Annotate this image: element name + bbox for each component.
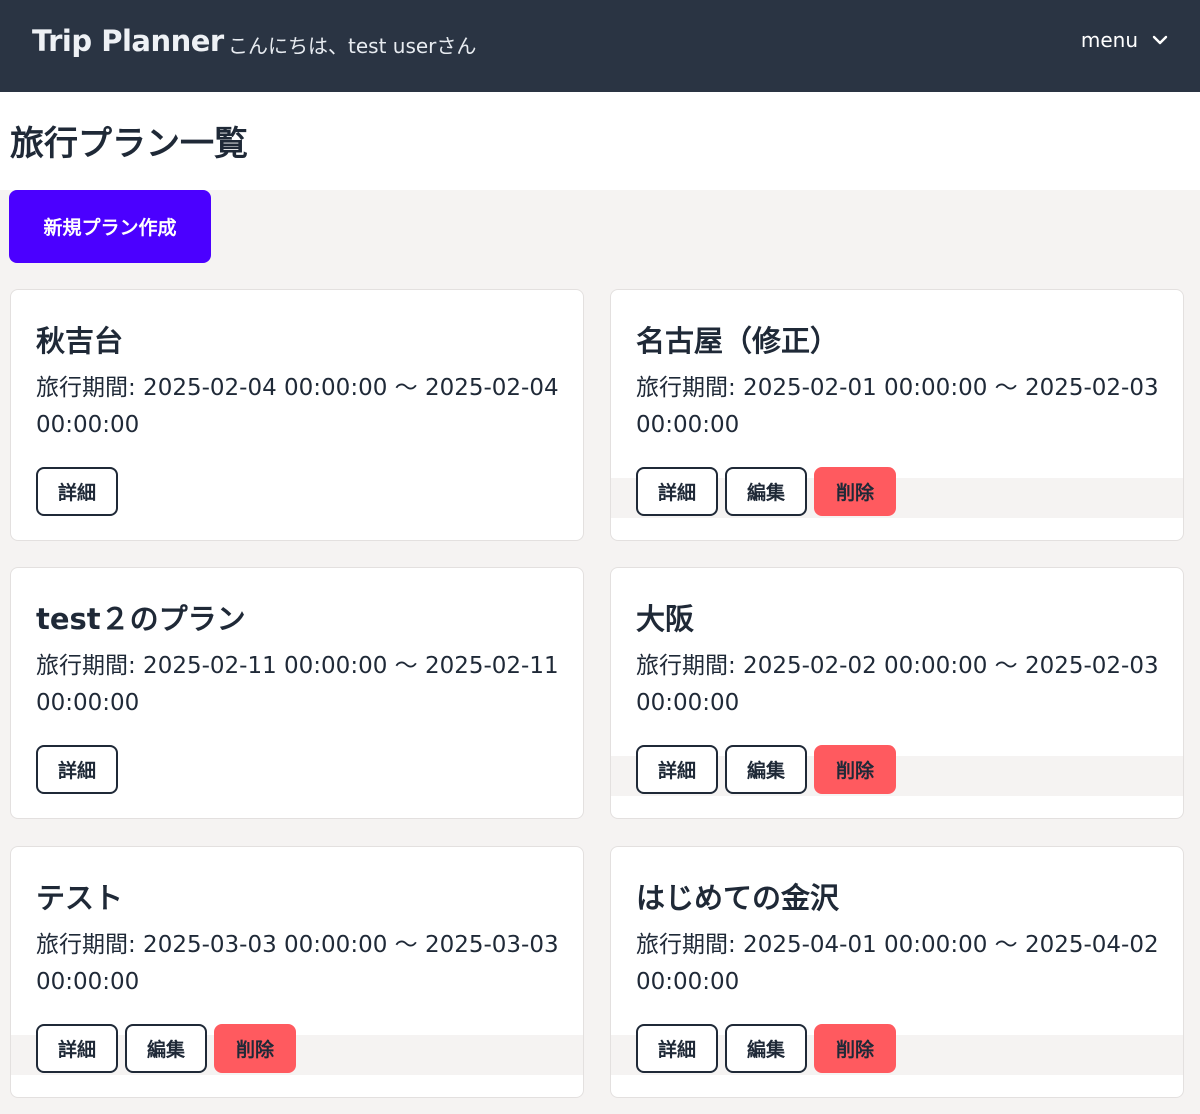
- detail-button[interactable]: 詳細: [36, 745, 118, 794]
- delete-button[interactable]: 削除: [214, 1024, 296, 1073]
- plan-period: 旅行期間: 2025-02-01 00:00:00 〜 2025-02-03 0…: [636, 375, 1159, 438]
- detail-button[interactable]: 詳細: [636, 1024, 718, 1073]
- plan-period: 旅行期間: 2025-02-04 00:00:00 〜 2025-02-04 0…: [36, 375, 559, 438]
- plan-title: はじめての金沢: [636, 881, 840, 915]
- plan-card: はじめての金沢 旅行期間: 2025-04-01 00:00:00 〜 2025…: [610, 846, 1184, 1098]
- edit-button[interactable]: 編集: [725, 467, 807, 516]
- plan-title: 大阪: [636, 602, 695, 636]
- user-greeting: こんにちは、test userさん: [228, 34, 477, 58]
- plan-card: テスト 旅行期間: 2025-03-03 00:00:00 〜 2025-03-…: [10, 846, 584, 1098]
- detail-button[interactable]: 詳細: [36, 467, 118, 516]
- plan-card: 大阪 旅行期間: 2025-02-02 00:00:00 〜 2025-02-0…: [610, 567, 1184, 819]
- plan-period: 旅行期間: 2025-03-03 00:00:00 〜 2025-03-03 0…: [36, 932, 559, 995]
- chevron-down-icon: [1152, 35, 1168, 45]
- plan-title: test２のプラン: [36, 602, 246, 636]
- detail-button[interactable]: 詳細: [36, 1024, 118, 1073]
- app-header: Trip Planner こんにちは、test userさん menu: [0, 0, 1200, 92]
- plan-actions: 詳細 編集 削除: [636, 745, 896, 794]
- plan-title: テスト: [36, 881, 124, 915]
- detail-button[interactable]: 詳細: [636, 467, 718, 516]
- plan-title: 名古屋（修正）: [636, 324, 840, 358]
- new-plan-button[interactable]: 新規プラン作成: [9, 190, 211, 263]
- plan-title: 秋吉台: [36, 324, 124, 358]
- title-bar: 旅行プラン一覧: [0, 92, 1200, 190]
- plan-card: test２のプラン 旅行期間: 2025-02-11 00:00:00 〜 20…: [10, 567, 584, 819]
- menu-toggle[interactable]: menu: [1081, 28, 1168, 52]
- plan-period: 旅行期間: 2025-04-01 00:00:00 〜 2025-04-02 0…: [636, 932, 1159, 995]
- plan-actions: 詳細: [36, 745, 118, 794]
- menu-label: menu: [1080, 28, 1138, 52]
- delete-button[interactable]: 削除: [814, 745, 896, 794]
- edit-button[interactable]: 編集: [725, 745, 807, 794]
- plan-period: 旅行期間: 2025-02-11 00:00:00 〜 2025-02-11 0…: [36, 653, 559, 716]
- delete-button[interactable]: 削除: [814, 1024, 896, 1073]
- plan-card: 名古屋（修正） 旅行期間: 2025-02-01 00:00:00 〜 2025…: [610, 289, 1184, 541]
- plan-actions: 詳細: [36, 467, 118, 516]
- page-title: 旅行プラン一覧: [10, 124, 248, 164]
- app-brand[interactable]: Trip Planner: [32, 24, 224, 58]
- delete-button[interactable]: 削除: [814, 467, 896, 516]
- detail-button[interactable]: 詳細: [636, 745, 718, 794]
- edit-button[interactable]: 編集: [125, 1024, 207, 1073]
- plan-actions: 詳細 編集 削除: [36, 1024, 296, 1073]
- plan-actions: 詳細 編集 削除: [636, 467, 896, 516]
- plan-actions: 詳細 編集 削除: [636, 1024, 896, 1073]
- plan-card: 秋吉台 旅行期間: 2025-02-04 00:00:00 〜 2025-02-…: [10, 289, 584, 541]
- plan-period: 旅行期間: 2025-02-02 00:00:00 〜 2025-02-03 0…: [636, 653, 1159, 716]
- edit-button[interactable]: 編集: [725, 1024, 807, 1073]
